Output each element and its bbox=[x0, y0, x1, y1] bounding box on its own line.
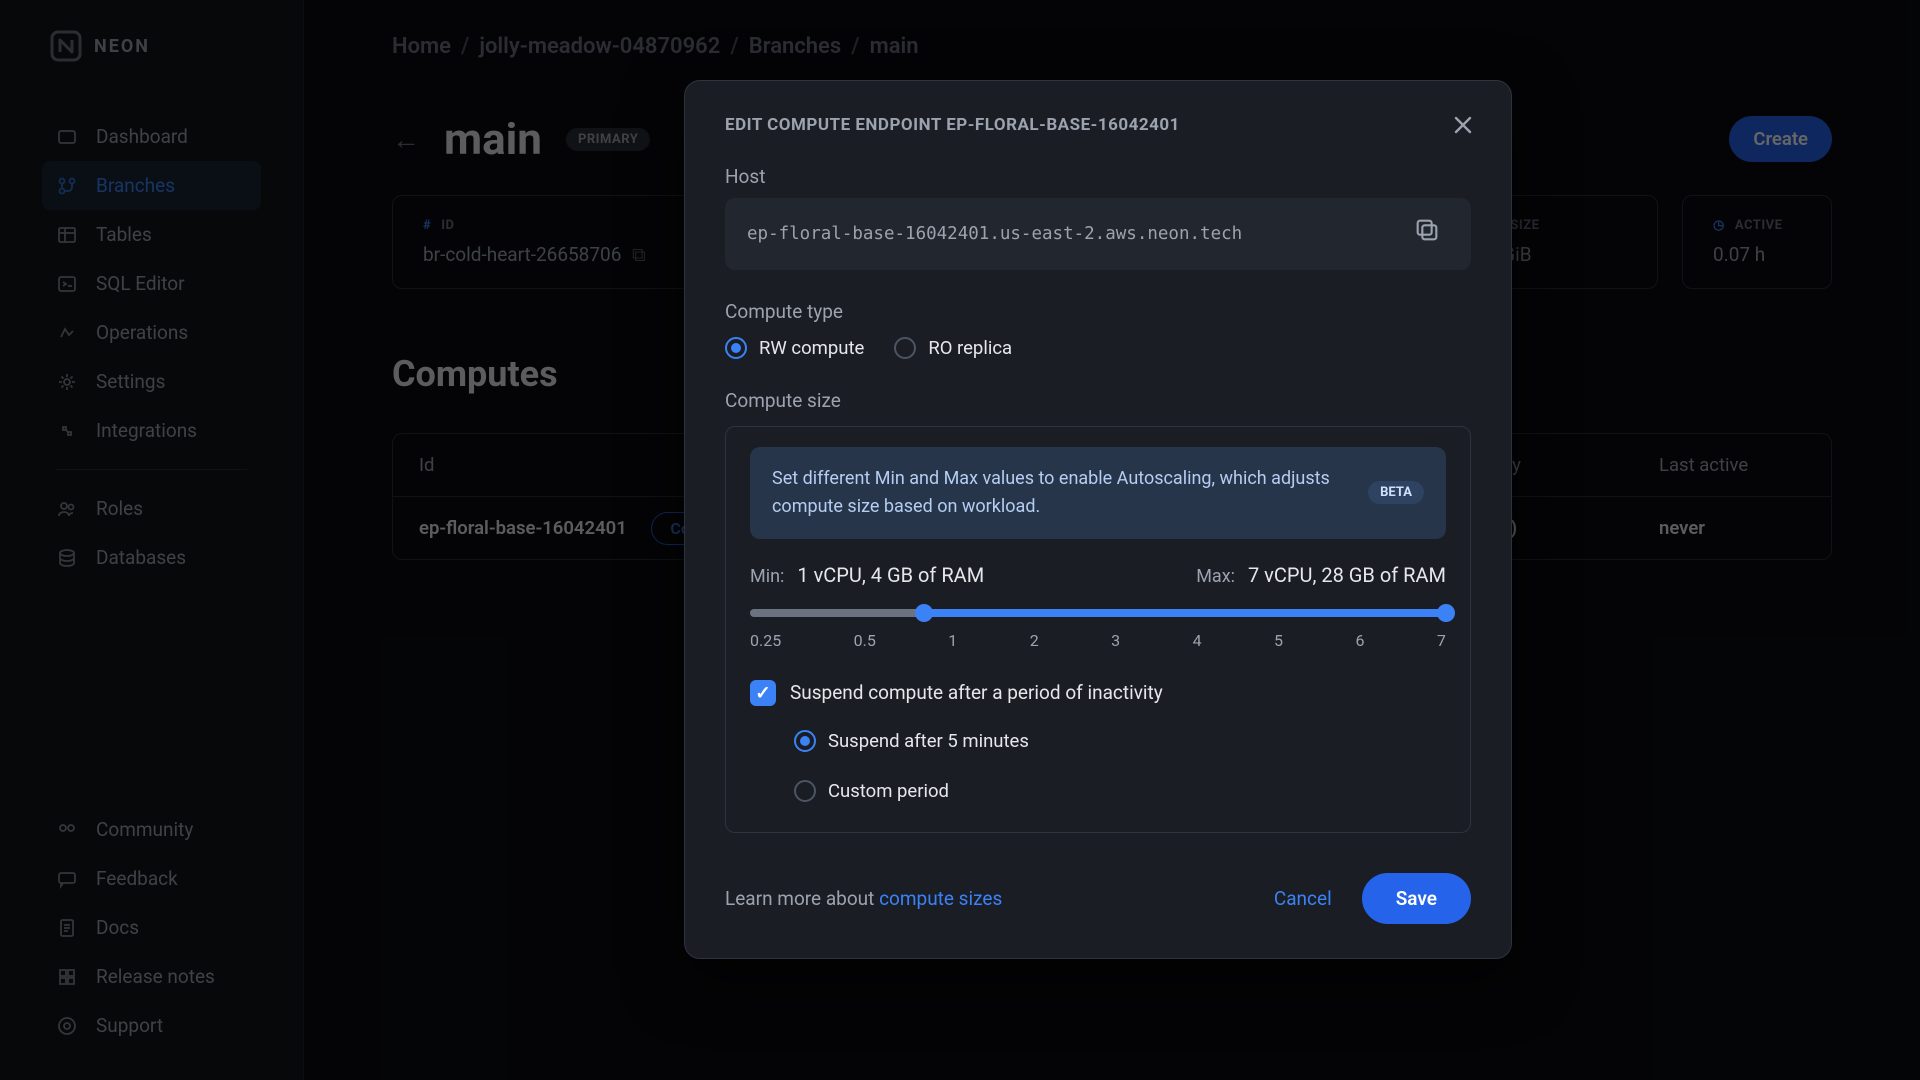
compute-type-label: Compute type bbox=[725, 300, 1471, 323]
learn-text: Learn more about bbox=[725, 887, 879, 910]
compute-sizes-link[interactable]: compute sizes bbox=[879, 887, 1002, 910]
tick: 2 bbox=[1030, 631, 1039, 650]
host-field: ep-floral-base-16042401.us-east-2.aws.ne… bbox=[725, 198, 1471, 270]
slider-track-pre bbox=[750, 609, 924, 617]
compute-size-panel: Set different Min and Max values to enab… bbox=[725, 426, 1471, 833]
suspend-label: Suspend compute after a period of inacti… bbox=[790, 681, 1163, 704]
rw-compute-radio[interactable]: RW compute bbox=[725, 337, 864, 359]
learn-more: Learn more about compute sizes bbox=[725, 887, 1002, 910]
tick: 0.5 bbox=[854, 631, 876, 650]
max-label: Max: bbox=[1196, 566, 1235, 587]
compute-size-slider[interactable] bbox=[750, 609, 1446, 617]
radio-label: Suspend after 5 minutes bbox=[828, 730, 1029, 752]
suspend-custom-radio[interactable]: Custom period bbox=[794, 780, 1446, 802]
minmax-row: Min: 1 vCPU, 4 GB of RAM Max: 7 vCPU, 28… bbox=[750, 563, 1446, 587]
max-value: 7 vCPU, 28 GB of RAM bbox=[1248, 563, 1446, 587]
suspend-checkbox-row: ✓ Suspend compute after a period of inac… bbox=[750, 680, 1446, 706]
cancel-button[interactable]: Cancel bbox=[1274, 887, 1332, 910]
tick: 3 bbox=[1111, 631, 1120, 650]
tick: 1 bbox=[948, 631, 957, 650]
save-button[interactable]: Save bbox=[1362, 873, 1471, 924]
radio-dot-icon bbox=[894, 337, 916, 359]
radio-label: RW compute bbox=[759, 337, 864, 359]
beta-badge: BETA bbox=[1368, 481, 1424, 504]
radio-dot-icon bbox=[794, 730, 816, 752]
modal-actions: Cancel Save bbox=[1274, 873, 1471, 924]
suspend-options: Suspend after 5 minutes Custom period bbox=[794, 730, 1446, 802]
copy-icon[interactable] bbox=[1413, 216, 1449, 252]
host-label: Host bbox=[725, 165, 1471, 188]
tick: 7 bbox=[1437, 631, 1446, 650]
modal-title: EDIT COMPUTE ENDPOINT EP-FLORAL-BASE-160… bbox=[725, 115, 1471, 135]
radio-label: RO replica bbox=[928, 337, 1012, 359]
slider-min-thumb[interactable] bbox=[915, 604, 933, 622]
radio-label: Custom period bbox=[828, 780, 949, 802]
modal-footer: Learn more about compute sizes Cancel Sa… bbox=[725, 873, 1471, 924]
tick: 6 bbox=[1355, 631, 1364, 650]
close-icon[interactable] bbox=[1449, 111, 1477, 139]
compute-size-label: Compute size bbox=[725, 389, 1471, 412]
radio-dot-icon bbox=[794, 780, 816, 802]
slider-ticks: 0.25 0.5 1 2 3 4 5 6 7 bbox=[750, 631, 1446, 650]
tick: 0.25 bbox=[750, 631, 781, 650]
autoscaling-info: Set different Min and Max values to enab… bbox=[750, 447, 1446, 539]
host-value: ep-floral-base-16042401.us-east-2.aws.ne… bbox=[747, 224, 1242, 244]
suspend-5min-radio[interactable]: Suspend after 5 minutes bbox=[794, 730, 1446, 752]
edit-compute-modal: EDIT COMPUTE ENDPOINT EP-FLORAL-BASE-160… bbox=[684, 80, 1512, 959]
radio-dot-icon bbox=[725, 337, 747, 359]
ro-replica-radio[interactable]: RO replica bbox=[894, 337, 1012, 359]
tick: 4 bbox=[1193, 631, 1202, 650]
slider-max-thumb[interactable] bbox=[1437, 604, 1455, 622]
compute-type-radios: RW compute RO replica bbox=[725, 337, 1471, 359]
tick: 5 bbox=[1274, 631, 1283, 650]
min-label: Min: bbox=[750, 566, 784, 587]
slider-track-range bbox=[924, 609, 1446, 617]
suspend-checkbox[interactable]: ✓ bbox=[750, 680, 776, 706]
info-text: Set different Min and Max values to enab… bbox=[772, 465, 1348, 521]
min-value: 1 vCPU, 4 GB of RAM bbox=[797, 563, 984, 587]
